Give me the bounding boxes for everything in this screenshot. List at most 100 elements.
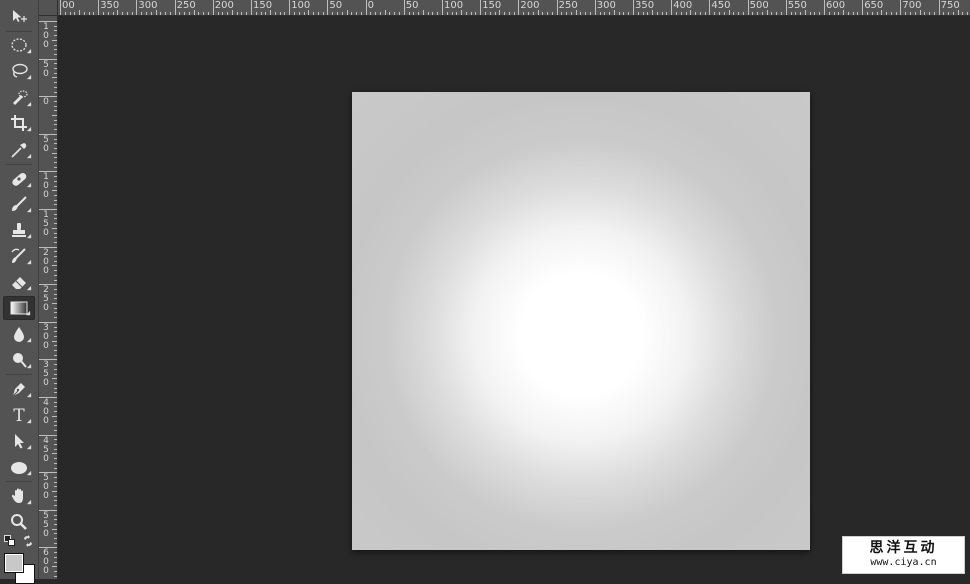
type-tool[interactable]: T (3, 403, 35, 427)
gradient-tool[interactable] (3, 296, 35, 320)
eyedropper-tool[interactable] (3, 138, 35, 162)
ruler-minor-tick (570, 12, 572, 15)
ruler-minor-tick (279, 12, 281, 15)
ruler-minor-tick (54, 500, 57, 502)
eraser-tool[interactable] (3, 270, 35, 294)
ruler-minor-tick (656, 12, 658, 15)
vertical-ruler[interactable]: 1005005010015020025030035040045050055060… (39, 16, 58, 579)
ruler-minor-tick (54, 293, 57, 295)
more-tools-indicator (26, 126, 32, 132)
ruler-minor-tick (54, 486, 57, 488)
canvas-workspace[interactable] (58, 16, 970, 579)
ruler-minor-tick (623, 12, 625, 15)
ruler-label: 100 (291, 0, 311, 11)
ruler-minor-tick (652, 10, 654, 15)
ruler-minor-tick (54, 538, 57, 539)
ruler-label: 650 (864, 0, 884, 11)
ruler-minor-tick (967, 12, 969, 15)
horizontal-ruler[interactable]: 00 350 300 250 200 150 100 50 0 50 100 150 200 250 300… (58, 0, 970, 16)
ruler-minor-tick (781, 12, 783, 15)
ruler-minor-tick (384, 10, 386, 15)
ruler-minor-tick (360, 12, 362, 15)
ruler-minor-tick (270, 10, 272, 15)
ruler-label: 50 (405, 0, 419, 11)
ruler-minor-tick (551, 12, 553, 15)
ruler-origin[interactable] (39, 0, 58, 16)
blur-tool[interactable] (3, 322, 35, 346)
document-canvas[interactable] (352, 92, 810, 550)
ruler-minor-tick (771, 12, 773, 15)
ruler-minor-tick (661, 12, 663, 15)
quick-selection-tool[interactable] (3, 86, 35, 110)
swap-colors-icon[interactable] (22, 535, 34, 547)
ruler-label: 50 (43, 59, 49, 79)
path-selection-tool[interactable] (3, 429, 35, 453)
ruler-minor-tick (814, 12, 816, 15)
hand-tool[interactable] (3, 484, 35, 508)
ruler-label: 350 (43, 360, 49, 389)
ruler-minor-tick (905, 12, 907, 15)
ruler-minor-tick (628, 12, 630, 15)
ruler-minor-tick (508, 12, 510, 15)
ruler-minor-tick (52, 528, 57, 530)
ruler-minor-tick (227, 12, 229, 15)
ruler-minor-tick (54, 420, 57, 422)
ruler-minor-tick (599, 12, 601, 15)
color-swap-controls (3, 535, 35, 547)
ruler-minor-tick (265, 12, 267, 15)
ruler-minor-tick (54, 575, 57, 577)
ruler-label: 250 (176, 0, 196, 11)
toolbar-divider (6, 374, 32, 375)
ruler-minor-tick (733, 12, 735, 15)
ruler-minor-tick (642, 12, 644, 15)
ruler-minor-tick (809, 12, 811, 15)
elliptical-marquee-tool[interactable] (3, 33, 35, 57)
ruler-minor-tick (188, 12, 190, 15)
ruler-minor-tick (308, 10, 310, 15)
pen-tool[interactable] (3, 377, 35, 401)
ruler-minor-tick (456, 12, 458, 15)
crop-tool[interactable] (3, 111, 35, 135)
default-colors-icon[interactable] (4, 535, 16, 547)
ruler-minor-tick (685, 12, 687, 15)
ruler-minor-tick (284, 12, 286, 15)
ruler-label: 350 (635, 0, 655, 11)
lasso-tool[interactable] (3, 59, 35, 83)
ruler-minor-tick (909, 12, 911, 15)
clone-stamp-tool[interactable] (3, 218, 35, 242)
more-tools-indicator (26, 418, 32, 424)
ruler-minor-tick (122, 12, 124, 15)
ruler-label: 200 (43, 247, 49, 276)
ruler-minor-tick (54, 495, 57, 497)
toolbar-divider (6, 481, 32, 482)
ruler-label: 600 (826, 0, 846, 11)
ellipse-tool[interactable] (3, 455, 35, 479)
ruler-minor-tick (800, 12, 802, 15)
brush-tool[interactable] (3, 192, 35, 216)
zoom-tool[interactable] (3, 510, 35, 534)
ruler-label: 700 (902, 0, 922, 11)
ruler-minor-tick (131, 12, 133, 15)
foreground-color-swatch[interactable] (4, 553, 24, 573)
ruler-minor-tick (356, 12, 358, 15)
ruler-minor-tick (847, 12, 849, 15)
ruler-minor-tick (604, 12, 606, 15)
ruler-minor-tick (117, 10, 119, 15)
spot-healing-tool[interactable] (3, 167, 35, 191)
ruler-minor-tick (52, 303, 57, 304)
ruler-minor-tick (54, 138, 57, 140)
ruler-minor-tick (54, 251, 57, 253)
ruler-minor-tick (838, 12, 840, 15)
history-brush-tool[interactable] (3, 244, 35, 268)
ruler-minor-tick (52, 415, 57, 417)
ruler-minor-tick (399, 12, 401, 15)
ruler-minor-tick (54, 519, 57, 521)
move-tool[interactable] (3, 5, 35, 29)
ruler-minor-tick (54, 232, 57, 234)
ruler-minor-tick (54, 100, 57, 102)
ruler-minor-tick (54, 411, 57, 413)
ruler-minor-tick (54, 223, 57, 225)
dodge-tool[interactable] (3, 348, 35, 372)
ruler-minor-tick (422, 10, 424, 15)
ruler-minor-tick (165, 12, 167, 15)
